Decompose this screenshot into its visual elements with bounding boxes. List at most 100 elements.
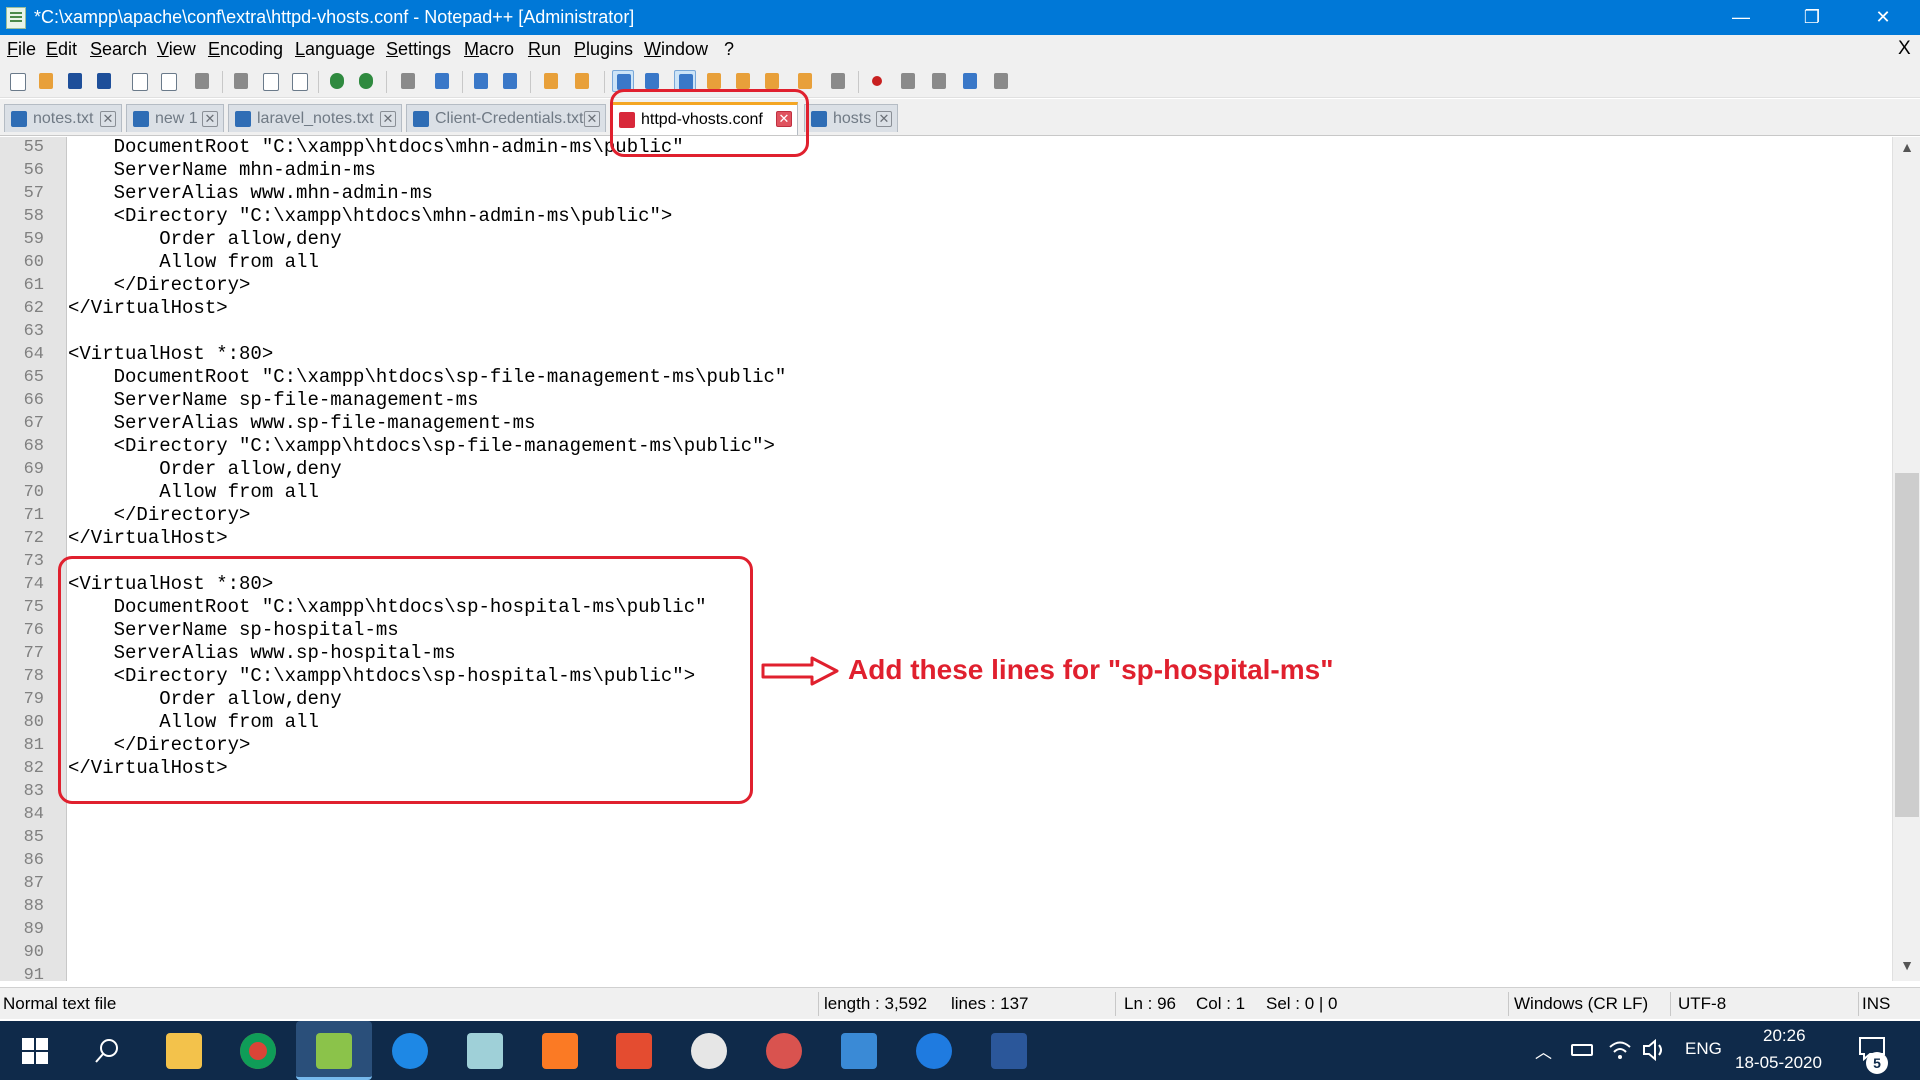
code-line[interactable]: Order allow,deny (68, 458, 341, 481)
code-line[interactable]: ServerAlias www.sp-file-management-ms (68, 412, 536, 435)
status-file-type: Normal text file (3, 994, 117, 1013)
close-window-button[interactable]: ✕ (1848, 0, 1918, 35)
maps-icon[interactable] (392, 1033, 428, 1069)
tab-close-icon[interactable]: ✕ (202, 111, 218, 127)
sync-horizontal-icon[interactable] (571, 70, 593, 92)
toolbar-separator (462, 71, 463, 93)
snipping-icon[interactable] (766, 1033, 802, 1069)
code-line[interactable]: <Directory "C:\xampp\htdocs\mhn-admin-ms… (68, 205, 673, 228)
volume-icon[interactable] (1642, 1038, 1668, 1062)
windows-start-icon[interactable] (22, 1038, 48, 1064)
playback-macro-icon[interactable] (928, 70, 950, 92)
restore-button[interactable]: ❐ (1777, 0, 1847, 35)
scroll-down-icon[interactable]: ▼ (1893, 957, 1920, 979)
edge-icon[interactable] (916, 1033, 952, 1069)
clock-time[interactable]: 20:26 (1763, 1026, 1806, 1046)
toolbar-separator (386, 71, 387, 93)
file-explorer-icon[interactable] (166, 1033, 202, 1069)
xampp-icon[interactable] (542, 1033, 578, 1069)
sync-vertical-icon[interactable] (540, 70, 562, 92)
line-number: 55 (23, 138, 44, 157)
paint-icon[interactable] (691, 1033, 727, 1069)
code-line[interactable]: ServerName mhn-admin-ms (68, 159, 376, 182)
menu-view[interactable]: View (157, 39, 196, 60)
close-file-icon[interactable] (128, 70, 150, 92)
menu-file[interactable]: File (7, 39, 36, 60)
save-icon[interactable] (64, 70, 86, 92)
code-line[interactable]: DocumentRoot "C:\xampp\htdocs\sp-file-ma… (68, 366, 787, 389)
zoom-in-icon[interactable] (470, 70, 492, 92)
scroll-up-icon[interactable]: ▲ (1893, 139, 1920, 161)
menu-window[interactable]: Window (644, 39, 708, 60)
menu-encoding[interactable]: Encoding (208, 39, 283, 60)
code-line[interactable]: Order allow,deny (68, 228, 341, 251)
battery-icon[interactable] (1571, 1044, 1593, 1056)
menu-edit[interactable]: Edit (46, 39, 77, 60)
input-language[interactable]: ENG (1685, 1039, 1722, 1059)
redo-icon[interactable] (355, 70, 377, 92)
menu-settings[interactable]: Settings (386, 39, 451, 60)
new-file-icon[interactable] (6, 70, 28, 92)
zoom-out-icon[interactable] (499, 70, 521, 92)
menu-run[interactable]: Run (528, 39, 561, 60)
code-line[interactable]: </Directory> (68, 274, 251, 297)
code-line[interactable]: </Directory> (68, 504, 251, 527)
menu-help[interactable]: ? (724, 39, 734, 60)
tab-notes-txt[interactable]: notes.txt ✕ (4, 104, 122, 132)
tab-close-icon[interactable]: ✕ (876, 111, 892, 127)
scrollbar-thumb[interactable] (1895, 473, 1919, 817)
code-line[interactable]: <Directory "C:\xampp\htdocs\sp-file-mana… (68, 435, 775, 458)
tab-laravel-notes[interactable]: laravel_notes.txt ✕ (228, 104, 402, 132)
menu-search[interactable]: Search (90, 39, 147, 60)
code-line[interactable]: Allow from all (68, 251, 319, 274)
code-line[interactable]: Allow from all (68, 481, 319, 504)
git-icon[interactable] (616, 1033, 652, 1069)
code-line[interactable]: <VirtualHost *:80> (68, 343, 273, 366)
notes-app-icon[interactable] (467, 1033, 503, 1069)
save-all-icon[interactable] (93, 70, 115, 92)
tab-close-icon[interactable]: ✕ (380, 111, 396, 127)
undo-icon[interactable] (326, 70, 348, 92)
code-line[interactable]: ServerName sp-file-management-ms (68, 389, 479, 412)
monitoring-icon[interactable] (827, 70, 849, 92)
close-document-button[interactable]: X (1898, 38, 1911, 60)
search-icon[interactable] (94, 1037, 122, 1065)
line-number: 74 (23, 575, 44, 594)
menu-plugins[interactable]: Plugins (574, 39, 633, 60)
minimize-button[interactable]: — (1706, 0, 1776, 35)
tab-close-icon[interactable]: ✕ (584, 111, 600, 127)
status-separator (1115, 992, 1116, 1016)
status-bar: Normal text file length : 3,592 lines : … (0, 987, 1920, 1019)
run-macro-multiple-icon[interactable] (959, 70, 981, 92)
close-all-icon[interactable] (157, 70, 179, 92)
notepadpp-icon[interactable] (316, 1033, 352, 1069)
cut-icon[interactable] (230, 70, 252, 92)
stop-recording-icon[interactable] (897, 70, 919, 92)
record-macro-icon[interactable] (866, 70, 888, 92)
clock-date[interactable]: 18-05-2020 (1735, 1053, 1822, 1073)
menu-macro[interactable]: Macro (464, 39, 514, 60)
find-icon[interactable] (397, 70, 419, 92)
copy-icon[interactable] (259, 70, 281, 92)
open-file-icon[interactable] (35, 70, 57, 92)
replace-icon[interactable] (431, 70, 453, 92)
tab-close-icon[interactable]: ✕ (100, 111, 116, 127)
chrome-icon[interactable] (240, 1033, 276, 1069)
tab-client-credentials[interactable]: Client-Credentials.txt ✕ (406, 104, 606, 132)
show-hidden-icons-icon[interactable]: ︿ (1535, 1038, 1552, 1063)
annotation-label: Add these lines for "sp-hospital-ms" (848, 654, 1334, 685)
vertical-scrollbar[interactable]: ▲ ▼ (1892, 137, 1920, 981)
wifi-icon[interactable] (1607, 1038, 1633, 1062)
paste-icon[interactable] (288, 70, 310, 92)
code-line[interactable]: ServerAlias www.mhn-admin-ms (68, 182, 433, 205)
save-macro-icon[interactable] (990, 70, 1012, 92)
code-line[interactable]: </VirtualHost> (68, 297, 228, 320)
tab-new-1[interactable]: new 1 ✕ (126, 104, 224, 132)
menu-language[interactable]: Language (295, 39, 375, 60)
photos-icon[interactable] (841, 1033, 877, 1069)
tab-hosts[interactable]: hosts ✕ (804, 104, 898, 132)
code-line[interactable]: DocumentRoot "C:\xampp\htdocs\mhn-admin-… (68, 137, 684, 159)
print-icon[interactable] (191, 70, 213, 92)
word-icon[interactable] (991, 1033, 1027, 1069)
code-line[interactable]: </VirtualHost> (68, 527, 228, 550)
